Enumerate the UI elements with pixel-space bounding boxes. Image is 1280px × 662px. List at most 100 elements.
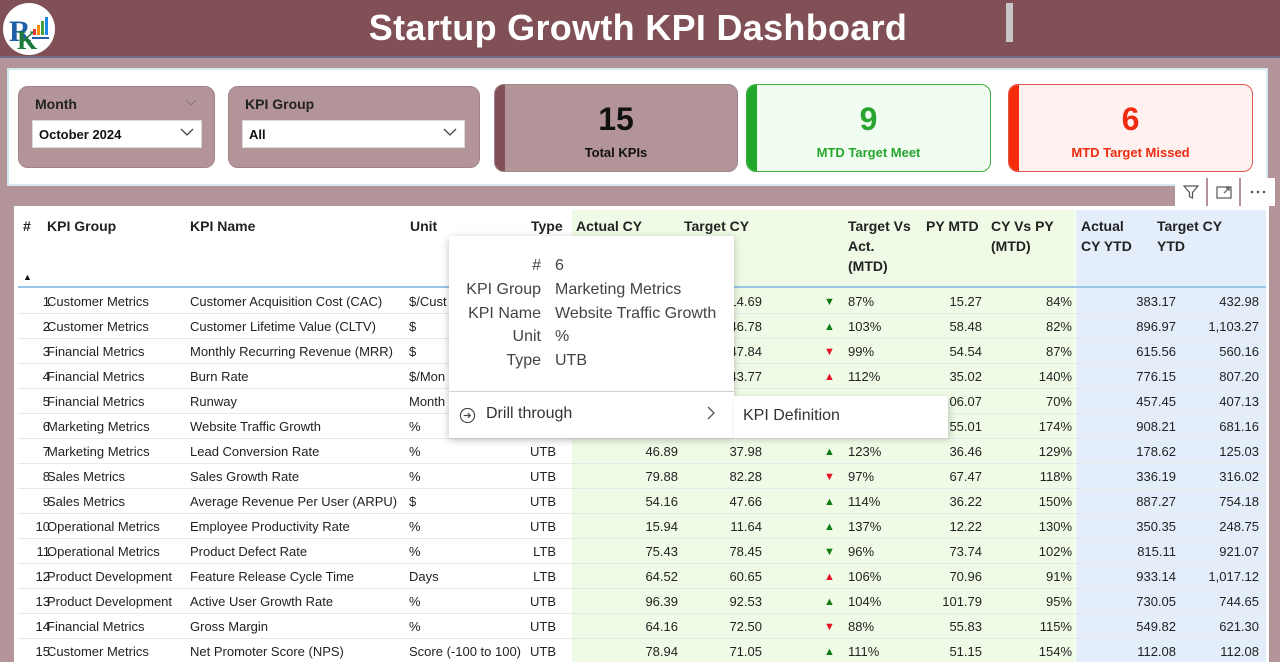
actual-cy-ytd-cell: 933.14 [1136,569,1176,584]
cy-vs-py-cell: 150% [1038,494,1072,509]
title-separator [1006,3,1013,42]
kpi-name-cell: Product Defect Rate [190,544,308,559]
tooltip-key: KPI Group [466,281,541,298]
table-row[interactable]: 12 Product Development Feature Release Cyc… [18,564,1266,589]
month-dropdown[interactable]: October 2024 [32,120,202,148]
cy-vs-py-cell: 118% [1039,469,1072,484]
type-cell: UTB [530,594,556,609]
column-header-target-vs-act[interactable]: Target Vs Act. (MTD) [848,216,911,276]
header-line: (MTD) [848,258,888,274]
more-options-icon[interactable] [1241,178,1274,206]
kpi-group-cell: Customer Metrics [47,319,149,334]
collapse-chevron-icon[interactable] [184,97,198,110]
target-cy-cell: 47.66 [729,494,762,509]
column-header-target-cy[interactable]: Target CY [684,216,749,236]
unit-cell: % [409,619,421,634]
kpi-group-cell: Financial Metrics [47,344,145,359]
actual-cy-ytd-cell: 383.17 [1136,294,1176,309]
kpi-group-dropdown[interactable]: All [242,120,465,148]
month-slicer[interactable]: Month October 2024 [18,86,215,168]
unit-cell: % [409,519,421,534]
kpi-group-cell: Operational Metrics [47,544,160,559]
filter-icon[interactable] [1175,178,1208,206]
mtd-target-missed-value: 6 [1121,101,1140,137]
table-row[interactable]: 15 Customer Metrics Net Promoter Score (NP… [18,639,1266,662]
kpi-name-cell: Gross Margin [190,619,269,634]
cy-vs-py-cell: 70% [1045,394,1072,409]
kpi-definition-menu-item[interactable]: KPI Definition [743,407,840,425]
column-header-target-cy-ytd[interactable]: Target CY YTD [1157,216,1222,256]
header-line: Actual [1081,218,1124,234]
target-cy-ytd-cell: 1,017.12 [1208,569,1259,584]
actual-cy-ytd-cell: 350.35 [1136,519,1176,534]
kpi-group-cell: Sales Metrics [47,494,126,509]
kpi-name-cell: Burn Rate [190,369,249,384]
header-line: Act. [848,238,875,254]
chevron-right-icon [706,405,716,426]
cy-vs-py-cell: 102% [1038,544,1072,559]
tooltip-value: Website Traffic Growth [555,305,717,322]
kpi-group-slicer[interactable]: KPI Group All [228,86,480,168]
kpi-name-cell: Customer Lifetime Value (CLTV) [190,319,376,334]
py-mtd-cell: 54.54 [949,344,982,359]
unit-cell: % [409,594,421,609]
table-row[interactable]: 14 Financial Metrics Gross Margin% UTB 64.16… [18,614,1266,639]
actual-cy-ytd-cell: 549.82 [1136,619,1176,634]
table-row[interactable]: 10 Operational Metrics Employee Productivi… [18,514,1266,539]
header-line: CY YTD [1081,238,1132,254]
target-vs-act-cell: 111% [848,644,880,659]
kpi-group-cell: Product Development [47,594,173,609]
header-line: Target CY [1157,218,1223,234]
target-vs-act-cell: 103% [848,319,882,334]
target-cy-ytd-cell: 621.30 [1219,619,1259,634]
mtd-target-meet-card: 9 MTD Target Meet [746,84,991,172]
unit-cell: Month [409,394,446,409]
chevron-down-icon[interactable] [180,124,194,140]
sort-ascending-icon[interactable]: ▲ [23,272,32,282]
row-number: 11 [36,544,51,559]
table-row[interactable]: 11 Operational Metrics Product Defect Rate… [18,539,1266,564]
target-vs-act-cell: 112% [848,369,881,384]
table-row[interactable]: 7 Marketing Metrics Lead Conversion Rate% U… [18,439,1266,464]
focus-mode-icon[interactable] [1208,178,1241,206]
kpi-name-cell: Monthly Recurring Revenue (MRR) [190,344,394,359]
tooltip-key: Type [506,352,541,369]
column-header-actual-cy[interactable]: Actual CY [576,216,642,236]
tooltip-pointer [441,414,449,430]
cy-vs-py-cell: 174% [1038,419,1072,434]
column-header-cy-vs-py[interactable]: CY Vs PY (MTD) [991,216,1054,256]
status-arrow-icon: ▲ [824,371,835,383]
drill-through-menu-item[interactable]: Drill through [449,392,734,438]
unit-cell: % [409,469,421,484]
column-header-num[interactable]: # [23,216,31,236]
column-header-actual-cy-ytd[interactable]: Actual CY YTD [1081,216,1132,256]
column-header-kpi-group[interactable]: KPI Group [47,216,116,236]
kpi-name-cell: Average Revenue Per User (ARPU) [190,494,398,509]
actual-cy-ytd-cell: 336.19 [1136,469,1176,484]
table-row[interactable]: 13 Product Development Active User Growth … [18,589,1266,614]
target-vs-act-cell: 106% [848,569,882,584]
column-header-type[interactable]: Type [531,216,563,236]
column-header-py-mtd[interactable]: PY MTD [926,216,979,236]
py-mtd-cell: 51.15 [949,644,982,659]
row-number: 9 [42,494,50,509]
target-cy-cell: 11.64 [730,519,762,534]
column-header-kpi-name[interactable]: KPI Name [190,216,255,236]
cy-vs-py-cell: 129% [1038,444,1072,459]
table-row[interactable]: 9 Sales Metrics Average Revenue Per User (… [18,489,1266,514]
kpi-group-value: All [249,127,266,142]
chevron-down-icon[interactable] [443,124,457,140]
scrollbar[interactable] [1275,62,1280,662]
column-header-unit[interactable]: Unit [410,216,437,236]
unit-cell: % [409,419,421,434]
row-number: 7 [42,444,50,459]
cy-vs-py-cell: 140% [1038,369,1072,384]
table-row[interactable]: 8 Sales Metrics Sales Growth Rate% UTB 79.88… [18,464,1266,489]
py-mtd-cell: 73.74 [949,544,982,559]
drill-through-icon [459,407,476,424]
status-arrow-icon: ▼ [824,296,835,308]
header-line: (MTD) [991,238,1031,254]
row-number: 6 [42,419,50,434]
actual-cy-cell: 79.88 [645,469,678,484]
row-tooltip: # 6 KPI Group Marketing Metrics KPI Name… [449,236,734,438]
